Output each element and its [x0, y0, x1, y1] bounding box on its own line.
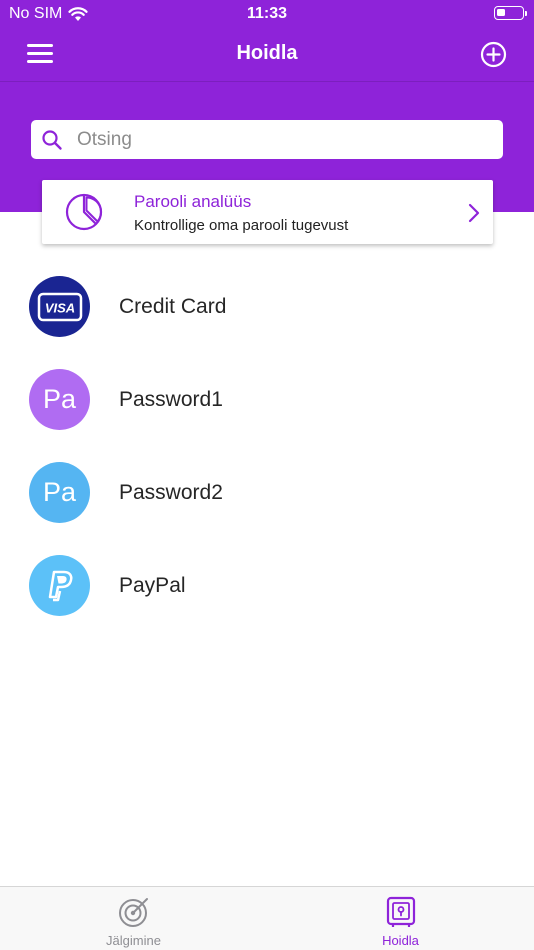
- battery-level: [497, 9, 505, 16]
- list-item-label: Credit Card: [119, 295, 227, 318]
- avatar-initials: Pa: [42, 477, 77, 507]
- pie-chart-icon: [65, 193, 103, 231]
- tab-label: Jälgimine: [106, 933, 161, 948]
- list-item-password2[interactable]: Pa Password2: [0, 446, 534, 539]
- visa-logo-text: VISA: [44, 300, 74, 315]
- visa-card-icon: VISA: [29, 276, 90, 337]
- list-item-label: Password2: [119, 481, 223, 504]
- paypal-icon: [29, 555, 90, 616]
- search-icon: [42, 130, 62, 150]
- battery-icon: [494, 6, 527, 20]
- plus-circle-icon[interactable]: [480, 41, 507, 68]
- search-bar: [31, 120, 503, 159]
- search-input[interactable]: [77, 120, 497, 159]
- avatar-initials: Pa: [42, 384, 77, 414]
- tab-vault[interactable]: Hoidla: [267, 887, 534, 950]
- list-item-label: PayPal: [119, 574, 186, 597]
- list-item-credit-card[interactable]: VISA Credit Card: [0, 260, 534, 353]
- chevron-right-icon: [468, 203, 480, 223]
- vault-icon: [386, 896, 416, 927]
- tab-label: Hoidla: [382, 933, 419, 948]
- radar-icon: [119, 898, 148, 927]
- avatar: Pa: [29, 369, 90, 430]
- password-analysis-card[interactable]: Parooli analüüs Kontrollige oma parooli …: [42, 180, 493, 244]
- password-analysis-title: Parooli analüüs: [134, 192, 252, 211]
- list-item-paypal[interactable]: PayPal: [0, 539, 534, 632]
- avatar: Pa: [29, 462, 90, 523]
- status-time: 11:33: [246, 5, 288, 22]
- navigation-bar: Hoidla: [0, 28, 534, 82]
- password-analysis-subtitle: Kontrollige oma parooli tugevust: [134, 217, 349, 234]
- list-item-password1[interactable]: Pa Password1: [0, 353, 534, 446]
- page-title: Hoidla: [236, 42, 298, 64]
- tab-monitoring[interactable]: Jälgimine: [0, 887, 267, 950]
- status-bar: No SIM 11:33: [0, 0, 534, 28]
- list-item-label: Password1: [119, 388, 223, 411]
- tab-bar: Jälgimine Hoidla: [0, 886, 534, 950]
